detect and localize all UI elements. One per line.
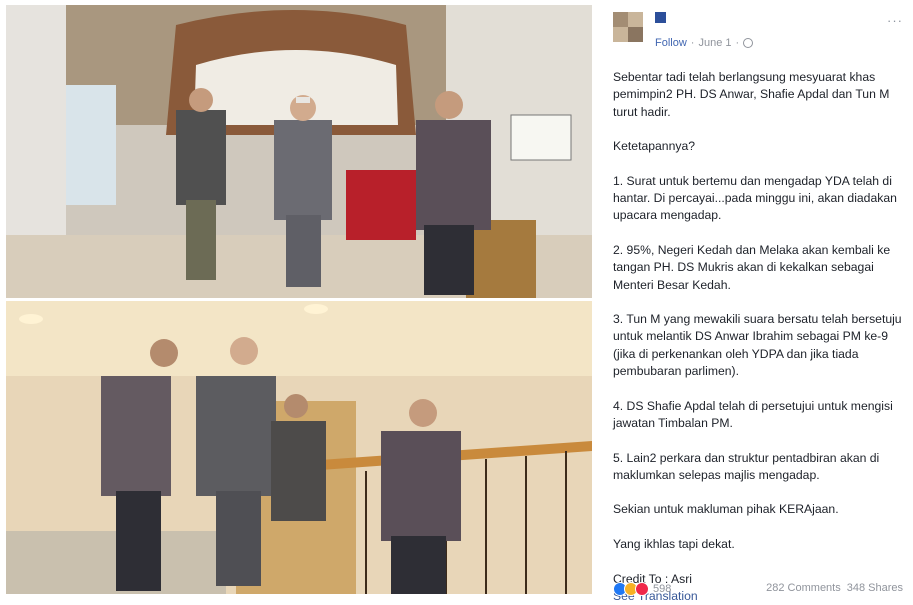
meta-separator-2: · xyxy=(735,37,740,49)
meta-separator: · xyxy=(690,37,695,49)
more-icon[interactable]: ··· xyxy=(887,13,903,28)
shares-count-link[interactable]: 348 Shares xyxy=(847,582,903,594)
facebook-post: Follow · June 1 · ··· Sebentar tadi tela… xyxy=(597,0,913,603)
post-footer: 598 282 Comments 348 Shares xyxy=(613,582,903,600)
follow-link[interactable]: Follow xyxy=(655,37,687,49)
engagement-counts: 282 Comments 348 Shares xyxy=(766,582,903,594)
reaction-count: 598 xyxy=(653,583,672,595)
post-paragraph: 1. Surat untuk bertemu dan mengadap YDA … xyxy=(613,173,897,223)
reactions-summary[interactable]: 598 xyxy=(613,582,671,596)
post-paragraph: Sekian untuk makluman pihak KERAjaan. xyxy=(613,502,839,517)
avatar[interactable] xyxy=(613,12,643,42)
post-paragraph: 4. DS Shafie Apdal telah di persetujui u… xyxy=(613,398,893,430)
post-body: Sebentar tadi telah berlangsung mesyuara… xyxy=(613,69,909,605)
photo-staircase[interactable] xyxy=(6,301,592,594)
post-paragraph: 3. Tun M yang mewakili suara bersatu tel… xyxy=(613,312,902,379)
post-paragraph: Sebentar tadi telah berlangsung mesyuara… xyxy=(613,70,890,119)
post-meta: Follow · June 1 · xyxy=(655,37,754,49)
photo-collage xyxy=(0,0,597,600)
post-paragraph: Ketetapannya? xyxy=(613,139,695,154)
globe-icon xyxy=(743,38,754,48)
comments-count-link[interactable]: 282 Comments xyxy=(766,582,841,594)
photo-lobby[interactable] xyxy=(6,5,592,298)
post-paragraph: 5. Lain2 perkara dan struktur pentadbira… xyxy=(613,450,880,482)
author-name-blurred[interactable] xyxy=(655,12,666,23)
post-paragraph: Yang ikhlas tapi dekat. xyxy=(613,537,735,552)
post-date[interactable]: June 1 xyxy=(698,37,731,49)
post-paragraph: 2. 95%, Negeri Kedah dan Melaka akan kem… xyxy=(613,242,891,292)
love-reaction-icon xyxy=(635,582,649,596)
